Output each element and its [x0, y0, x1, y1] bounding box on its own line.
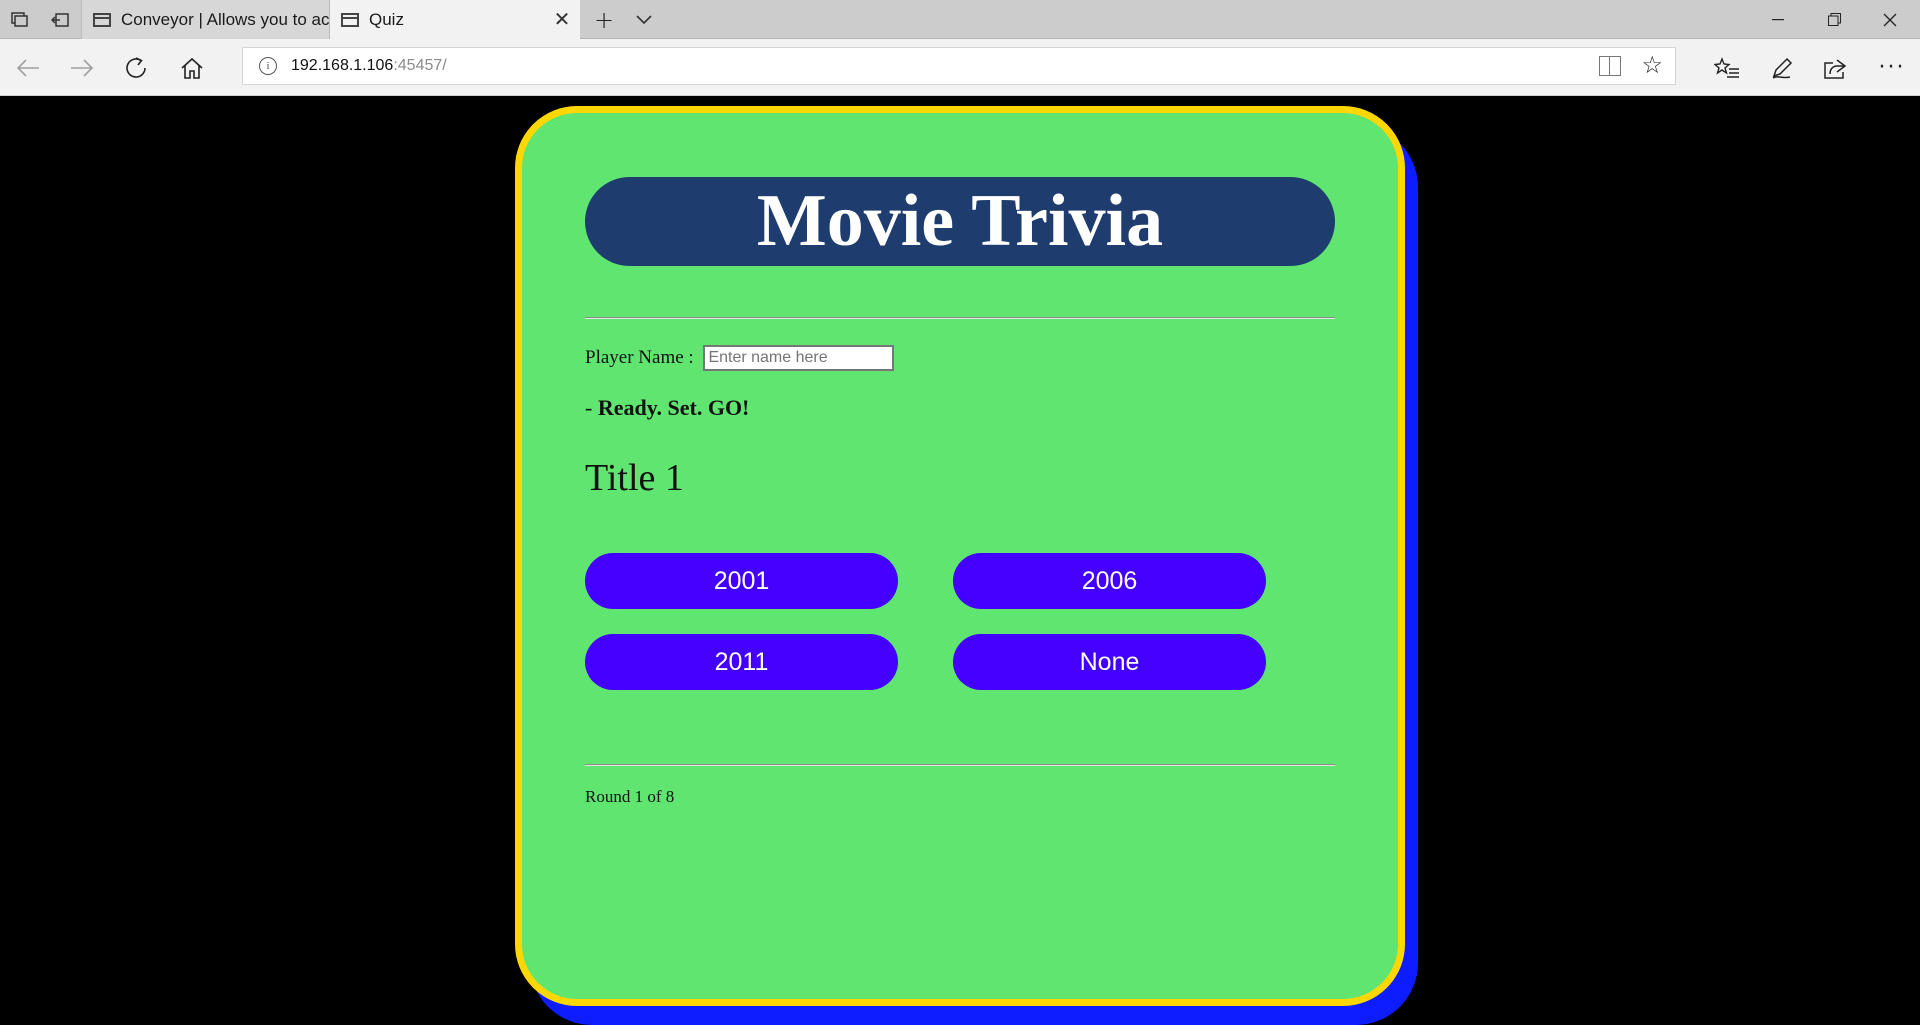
address-bar[interactable]: i 192.168.1.106:45457/ ☆ — [242, 47, 1676, 85]
answer-button-3[interactable]: 2011 — [585, 634, 898, 690]
status-text: Ready. Set. GO! — [597, 395, 750, 420]
url-path: :45457/ — [393, 57, 447, 74]
player-name-label: Player Name : — [585, 347, 699, 368]
home-icon[interactable] — [168, 39, 216, 96]
tab-bar: Conveyor | Allows you to ac Quiz ✕ + — [0, 0, 1920, 39]
refresh-icon[interactable] — [112, 39, 160, 96]
player-name-input[interactable] — [703, 345, 895, 371]
tab-quiz[interactable]: Quiz ✕ — [330, 0, 580, 39]
pen-icon[interactable] — [1758, 39, 1806, 96]
answer-button-1[interactable]: 2001 — [585, 553, 898, 609]
tab-label: Conveyor | Allows you to ac — [121, 9, 329, 29]
tab-label: Quiz — [369, 9, 404, 29]
close-icon[interactable] — [1862, 0, 1918, 39]
page-icon — [341, 12, 359, 27]
info-icon[interactable]: i — [259, 57, 277, 75]
back-arrow-icon[interactable] — [4, 39, 52, 96]
question-title: Title 1 — [585, 457, 684, 499]
chevron-down-icon[interactable] — [624, 0, 664, 39]
page-icon — [93, 12, 111, 27]
tab-conveyor[interactable]: Conveyor | Allows you to ac — [81, 0, 330, 39]
restore-icon[interactable] — [1806, 0, 1862, 39]
plus-icon[interactable]: + — [584, 0, 624, 39]
star-icon[interactable]: ☆ — [1641, 53, 1663, 79]
answer-button-4[interactable]: None — [953, 634, 1266, 690]
top-divider — [585, 317, 1335, 319]
forward-arrow-icon[interactable] — [58, 39, 106, 96]
bottom-divider — [585, 764, 1335, 766]
set-aside-tabs-icon[interactable] — [40, 0, 80, 39]
page-title: Movie Trivia — [585, 177, 1335, 266]
status-message: - Ready. Set. GO! — [585, 395, 749, 421]
share-icon[interactable] — [1812, 39, 1860, 96]
navigation-bar: i 192.168.1.106:45457/ ☆ ··· — [0, 39, 1920, 96]
more-icon[interactable]: ··· — [1868, 39, 1916, 96]
player-name-row: Player Name : — [585, 345, 895, 371]
round-counter: Round 1 of 8 — [585, 787, 675, 806]
reading-view-icon[interactable] — [1599, 56, 1621, 76]
status-prefix: - — [585, 395, 598, 420]
url-host: 192.168.1.106 — [291, 57, 394, 74]
answer-button-2[interactable]: 2006 — [953, 553, 1266, 609]
minimize-icon[interactable] — [1750, 0, 1806, 39]
favorites-list-icon[interactable] — [1703, 39, 1751, 96]
close-tab-icon[interactable]: ✕ — [544, 7, 580, 32]
tab-switcher-icon[interactable] — [0, 0, 40, 39]
